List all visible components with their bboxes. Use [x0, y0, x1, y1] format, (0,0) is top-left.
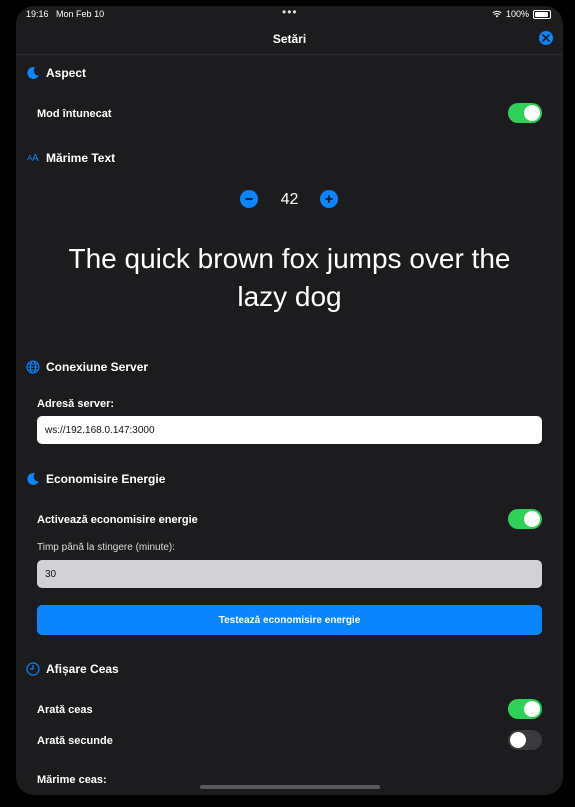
battery-icon — [533, 9, 551, 19]
increase-text-size-button[interactable] — [320, 190, 338, 208]
show-seconds-label: Arată secunde — [37, 735, 113, 747]
close-icon — [542, 34, 550, 42]
moon-icon — [26, 66, 40, 80]
text-size-stepper: 42 — [16, 190, 563, 210]
appearance-title: Aspect — [46, 66, 87, 80]
timeout-input[interactable]: 30 — [37, 560, 542, 588]
energy-section-header: Economisire Energie — [26, 472, 165, 486]
status-indicators: 100% — [492, 9, 551, 19]
text-size-preview: The quick brown fox jumps over the lazy … — [68, 243, 511, 312]
multitasking-dots-icon[interactable]: ••• — [282, 6, 298, 19]
clock-icon — [26, 662, 40, 676]
status-date: Mon Feb 10 — [56, 9, 105, 19]
dark-mode-label: Mod întunecat — [37, 108, 112, 120]
text-size-value: 42 — [280, 191, 299, 208]
energy-saving-toggle[interactable] — [508, 509, 542, 529]
test-energy-saving-button[interactable]: Testează economisire energie — [37, 605, 542, 635]
close-button[interactable] — [539, 31, 553, 45]
clock-title: Afișare Ceas — [46, 662, 119, 676]
settings-screen: 19:16 Mon Feb 10 ••• 100% Setări Aspect — [16, 6, 563, 795]
plus-icon — [325, 195, 333, 203]
text-size-icon: AA — [27, 152, 39, 164]
navigation-bar: Setări — [16, 22, 563, 55]
text-size-section-header: AA Mărime Text — [26, 151, 115, 165]
server-section-header: Conexiune Server — [26, 360, 148, 374]
server-address-label: Adresă server: — [37, 398, 115, 410]
status-time: 19:16 Mon Feb 10 — [26, 9, 104, 19]
clock-section-header: Afișare Ceas — [26, 662, 119, 676]
wifi-icon — [492, 10, 502, 18]
home-indicator — [200, 785, 380, 789]
toggle-knob — [524, 511, 540, 527]
clock-size-label: Mărime ceas: — [37, 774, 107, 786]
toggle-knob — [524, 701, 540, 717]
page-title: Setări — [272, 32, 307, 46]
text-size-title: Mărime Text — [46, 151, 116, 165]
battery-percent: 100% — [505, 9, 529, 19]
show-seconds-toggle[interactable] — [508, 730, 542, 750]
server-title: Conexiune Server — [46, 360, 149, 374]
toggle-knob — [510, 732, 526, 748]
server-address-input[interactable]: ws://192.168.0.147:3000 — [37, 416, 542, 444]
status-bar: 19:16 Mon Feb 10 ••• 100% — [16, 6, 563, 22]
show-clock-label: Arată ceas — [37, 704, 93, 716]
show-clock-toggle[interactable] — [508, 699, 542, 719]
energy-saving-label: Activează economisire energie — [37, 514, 198, 526]
moon-icon — [26, 472, 40, 486]
appearance-section-header: Aspect — [26, 66, 86, 80]
timeout-label: Timp până la stingere (minute): — [37, 542, 176, 553]
toggle-knob — [524, 105, 540, 121]
energy-title: Economisire Energie — [46, 472, 166, 486]
status-clock: 19:16 — [26, 9, 49, 19]
globe-icon — [26, 360, 40, 374]
dark-mode-toggle[interactable] — [508, 103, 542, 123]
